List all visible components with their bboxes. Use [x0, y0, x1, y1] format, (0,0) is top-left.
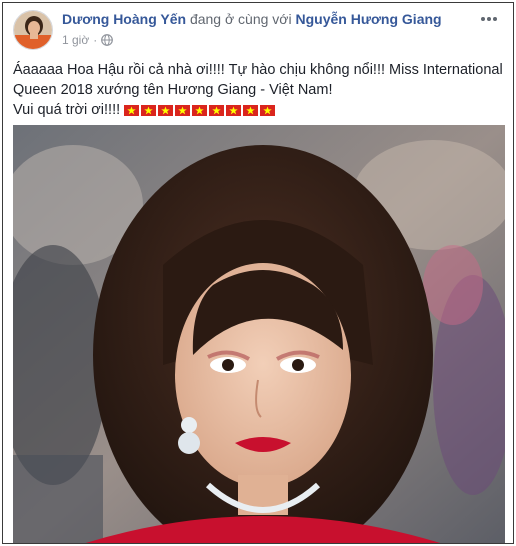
post-text-line-1: Áaaaaa Hoa Hậu rồi cả nhà ơi!!!! Tự hào …: [13, 62, 503, 78]
author-avatar[interactable]: [13, 10, 53, 50]
author-name-link[interactable]: Dương Hoàng Yến: [62, 11, 186, 27]
vietnam-flag-emoji: [209, 105, 225, 116]
vietnam-flag-emoji: [243, 105, 259, 116]
more-options-button[interactable]: [477, 11, 501, 27]
post-timestamp[interactable]: 1 giờ: [62, 32, 89, 48]
post-photo[interactable]: [13, 125, 505, 543]
vietnam-flag-emoji: [141, 105, 157, 116]
facebook-post-card: Dương Hoàng Yến đang ở cùng với Nguyễn H…: [2, 2, 514, 544]
vietnam-flag-emoji: [124, 105, 140, 116]
more-options-icon: [480, 16, 498, 22]
post-author-line: Dương Hoàng Yến đang ở cùng với Nguyễn H…: [62, 10, 442, 28]
post-header: Dương Hoàng Yến đang ở cùng với Nguyễn H…: [3, 3, 513, 57]
vietnam-flag-emoji: [260, 105, 276, 116]
vietnam-flag-emoji: [158, 105, 174, 116]
tagged-name-link[interactable]: Nguyễn Hương Giang: [296, 11, 442, 27]
post-text-line-2: Queen 2018 xướng tên Hương Giang - Việt …: [13, 82, 333, 98]
post-text-line-3: Vui quá trời ơi!!!!: [13, 100, 505, 120]
vietnam-flag-emoji: [192, 105, 208, 116]
post-meta: 1 giờ ·: [62, 32, 114, 48]
meta-separator: ·: [93, 33, 98, 47]
vietnam-flag-emoji: [226, 105, 242, 116]
post-text: Áaaaaa Hoa Hậu rồi cả nhà ơi!!!! Tự hào …: [13, 60, 505, 120]
vietnam-flag-emojis: [124, 105, 276, 116]
globe-icon[interactable]: [101, 34, 114, 46]
vietnam-flag-emoji: [175, 105, 191, 116]
with-text: đang ở cùng với: [189, 11, 292, 27]
post-text-line-3-text: Vui quá trời ơi!!!!: [13, 102, 121, 118]
